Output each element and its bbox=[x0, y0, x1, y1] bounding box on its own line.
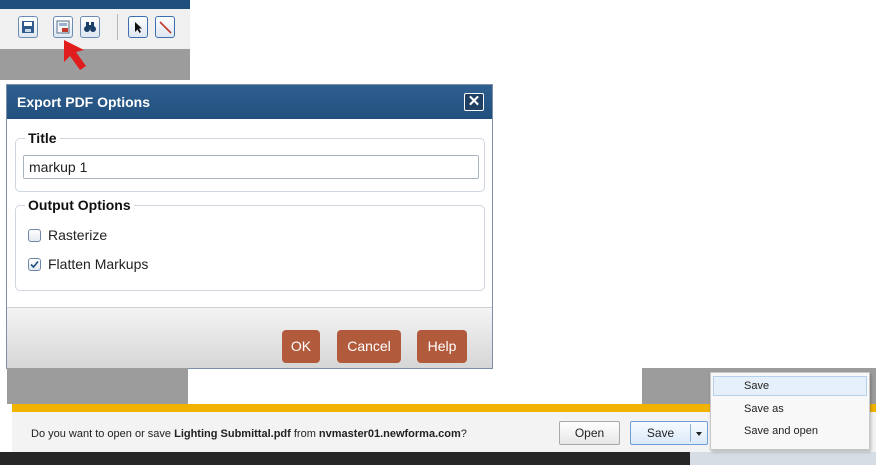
save-toolbar-button[interactable] bbox=[18, 16, 38, 38]
chevron-down-icon[interactable] bbox=[693, 428, 705, 440]
title-legend: Title bbox=[25, 130, 60, 146]
output-options-legend: Output Options bbox=[25, 197, 134, 213]
flatten-markups-checkbox[interactable] bbox=[28, 258, 41, 271]
rasterize-checkbox[interactable] bbox=[28, 229, 41, 242]
page-background-left bbox=[7, 368, 188, 404]
line-tool-icon bbox=[159, 21, 172, 34]
cancel-button[interactable]: Cancel bbox=[337, 330, 401, 363]
rasterize-label: Rasterize bbox=[48, 227, 108, 243]
open-button[interactable]: Open bbox=[559, 421, 620, 445]
ok-button[interactable]: OK bbox=[282, 330, 320, 363]
checkmark-icon bbox=[30, 260, 39, 269]
export-pdf-icon bbox=[56, 20, 70, 34]
download-host: nvmaster01.newforma.com bbox=[318, 428, 461, 440]
title-input[interactable] bbox=[23, 155, 479, 179]
menu-item-save[interactable]: Save bbox=[713, 376, 867, 396]
dialog-title-bar: Export PDF Options ✕ bbox=[7, 85, 492, 119]
line-tool-button[interactable] bbox=[155, 16, 175, 38]
help-button[interactable]: Help bbox=[417, 330, 467, 363]
export-pdf-toolbar-button[interactable] bbox=[53, 16, 73, 38]
flatten-markups-label: Flatten Markups bbox=[48, 256, 149, 272]
download-filename: Lighting Submittal.pdf bbox=[174, 428, 291, 440]
dialog-footer: OK Cancel Help bbox=[7, 307, 492, 368]
close-icon: ✕ bbox=[467, 93, 481, 110]
save-dropdown-menu: Save Save as Save and open bbox=[710, 372, 870, 450]
toolbar-top-strip bbox=[0, 0, 190, 9]
select-arrow-icon bbox=[135, 22, 142, 33]
prompt-prefix: Do you want to open or save bbox=[31, 428, 175, 440]
prompt-suffix: ? bbox=[460, 428, 467, 440]
toolbar-separator bbox=[117, 14, 118, 40]
find-toolbar-button[interactable] bbox=[80, 16, 100, 38]
dialog-title: Export PDF Options bbox=[17, 94, 150, 110]
prompt-middle: from bbox=[290, 428, 319, 440]
menu-item-save-as[interactable]: Save as bbox=[713, 399, 867, 419]
download-prompt-text: Do you want to open or save Lighting Sub… bbox=[31, 428, 467, 440]
red-pointer-arrow-icon bbox=[64, 40, 86, 70]
close-button[interactable]: ✕ bbox=[464, 93, 484, 111]
taskbar-strip-light bbox=[690, 452, 876, 465]
select-tool-button[interactable] bbox=[128, 16, 148, 38]
toolbar bbox=[0, 0, 190, 80]
output-options-fieldset: Output Options bbox=[15, 197, 485, 291]
save-split-button[interactable]: Save bbox=[630, 421, 708, 445]
save-icon bbox=[22, 21, 34, 33]
export-pdf-options-dialog: Export PDF Options ✕ Title Output Option… bbox=[7, 85, 492, 368]
menu-item-save-and-open[interactable]: Save and open bbox=[713, 421, 867, 441]
binoculars-icon bbox=[84, 22, 96, 32]
save-button[interactable]: Save bbox=[631, 422, 690, 444]
split-divider bbox=[690, 424, 691, 442]
